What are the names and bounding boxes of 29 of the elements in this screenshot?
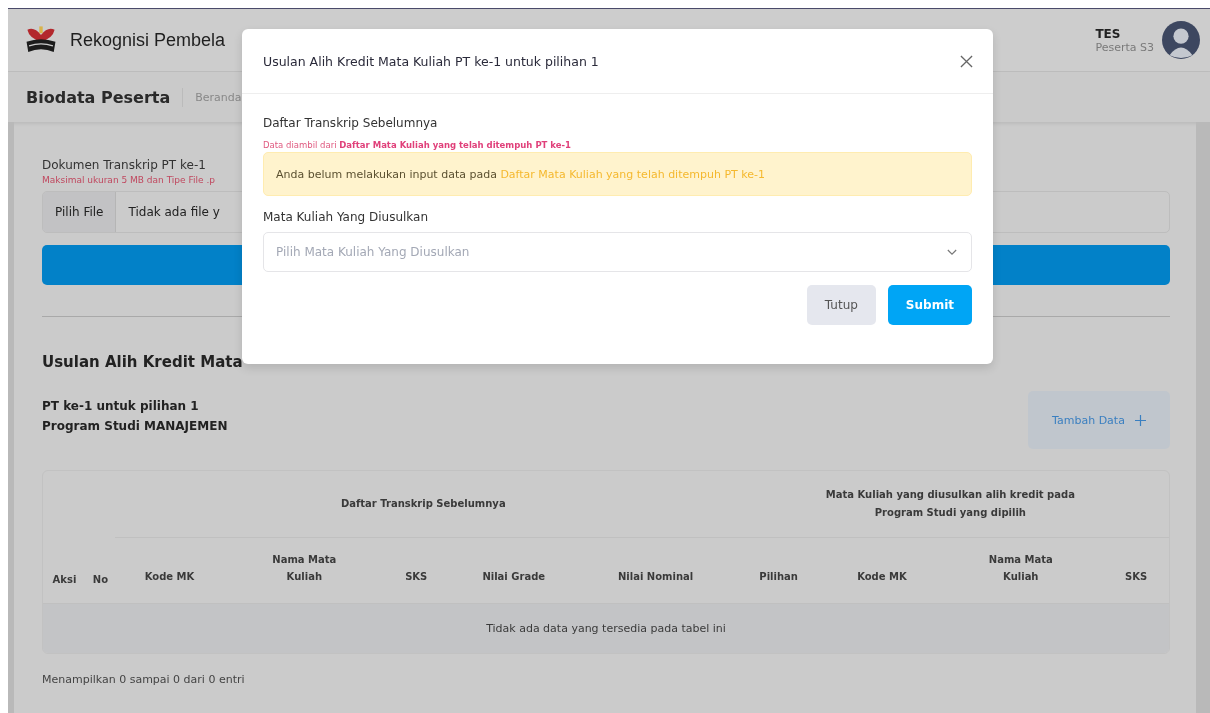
table-info: Menampilkan 0 sampai 0 dari 0 entri: [42, 672, 245, 686]
app-title: Rekognisi Pembela: [70, 29, 226, 51]
column-group-header: Daftar Transkrip Sebelumnya: [340, 496, 506, 511]
column-header: Kode MK: [144, 569, 195, 584]
upload-label: Dokumen Transkrip PT ke-1: [42, 158, 206, 172]
column-header: SKS: [1125, 569, 1148, 584]
user-role: Peserta S3: [1095, 40, 1154, 54]
column-header: No: [92, 573, 109, 585]
page-title: Biodata Peserta: [26, 87, 184, 107]
warning-alert: Anda belum melakukan input data pada Daftar Mata Kuliah yang telah ditempuh PT ke-1: [263, 152, 972, 196]
program-info: PT ke-1 untuk pilihan 1: [42, 399, 200, 413]
field-label: Mata Kuliah Yang Diusulkan: [263, 210, 429, 224]
program-info: Program Studi MANAJEMEN: [42, 419, 228, 433]
modal-title: Usulan Alih Kredit Mata Kuliah PT ke-1 untuk pilihan 1: [263, 53, 599, 69]
column-header: Kode MK: [857, 569, 907, 584]
column-header: Nama Mata Kuliah: [987, 552, 1054, 584]
column-group-header: Mata Kuliah yang diusulkan alih kredit pada Program Studi yang dipilih: [824, 487, 1076, 520]
empty-table-message: Tidak ada data yang tersedia pada tabel ini: [486, 621, 726, 635]
section-title: Usulan Alih Kredit Mata: [42, 353, 243, 371]
column-header: Nama Mata Kuliah: [271, 552, 338, 584]
section-label: Daftar Transkrip Sebelumnya: [263, 116, 438, 130]
column-header: Pilihan: [759, 569, 798, 584]
column-header: SKS: [405, 569, 428, 584]
user-name: TES: [1095, 26, 1122, 41]
column-header: Nilai Nominal: [617, 569, 694, 584]
column-header: Aksi: [52, 573, 77, 585]
upload-hint: Maksimal ukuran 5 MB dan Tipe File .p: [42, 175, 215, 185]
column-header: Nilai Grade: [482, 569, 546, 584]
source-note: Data diambil dari Daftar Mata Kuliah yang telah ditempuh PT ke-1: [263, 140, 571, 150]
